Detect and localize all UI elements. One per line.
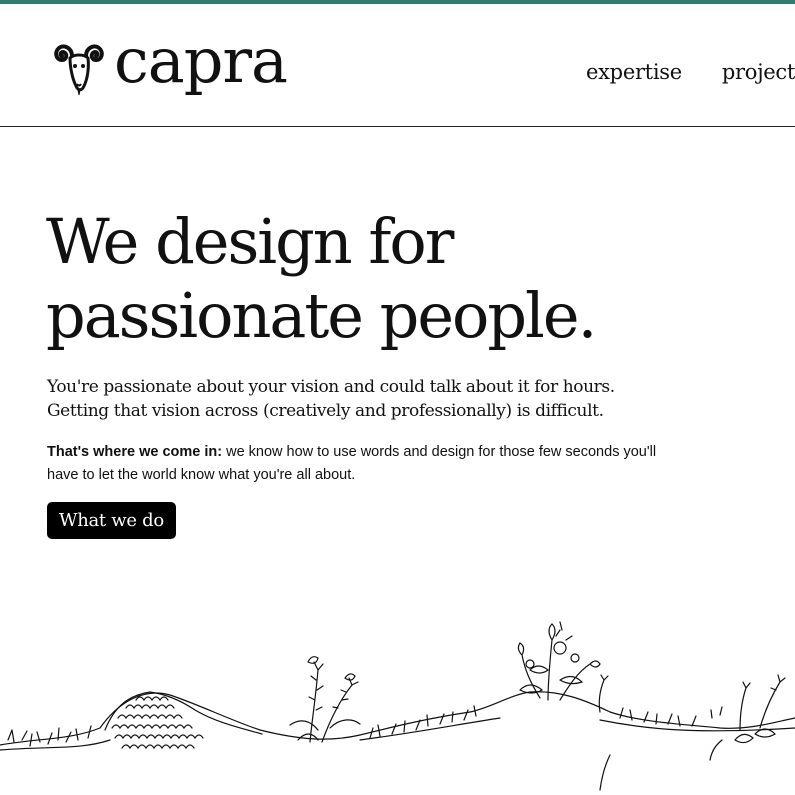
hillside-plants-illustration	[0, 621, 795, 791]
nav-item-projects[interactable]: projects	[722, 60, 795, 84]
main-nav: expertise projects	[586, 60, 795, 84]
pitch-emphasis: That's where we come in:	[47, 444, 223, 460]
hero-lead-line-2: Getting that vision across (creatively a…	[47, 401, 604, 421]
hero-title: We design for passionate people.	[46, 205, 746, 353]
hero-title-line-1: We design for	[46, 205, 454, 278]
what-we-do-button[interactable]: What we do	[47, 502, 176, 539]
hero-lead-line-1: You're passionate about your vision and …	[47, 377, 615, 397]
brand-name: capra	[114, 24, 288, 97]
nav-item-expertise[interactable]: expertise	[586, 60, 682, 84]
site-header: capra expertise projects	[0, 4, 795, 127]
logo-link[interactable]: capra	[50, 30, 288, 96]
hero-pitch: That's where we come in: we know how to …	[47, 441, 667, 487]
hero-lead: You're passionate about your vision and …	[47, 375, 707, 423]
ram-head-icon	[54, 44, 104, 96]
hero-title-line-2: passionate people.	[46, 279, 597, 352]
